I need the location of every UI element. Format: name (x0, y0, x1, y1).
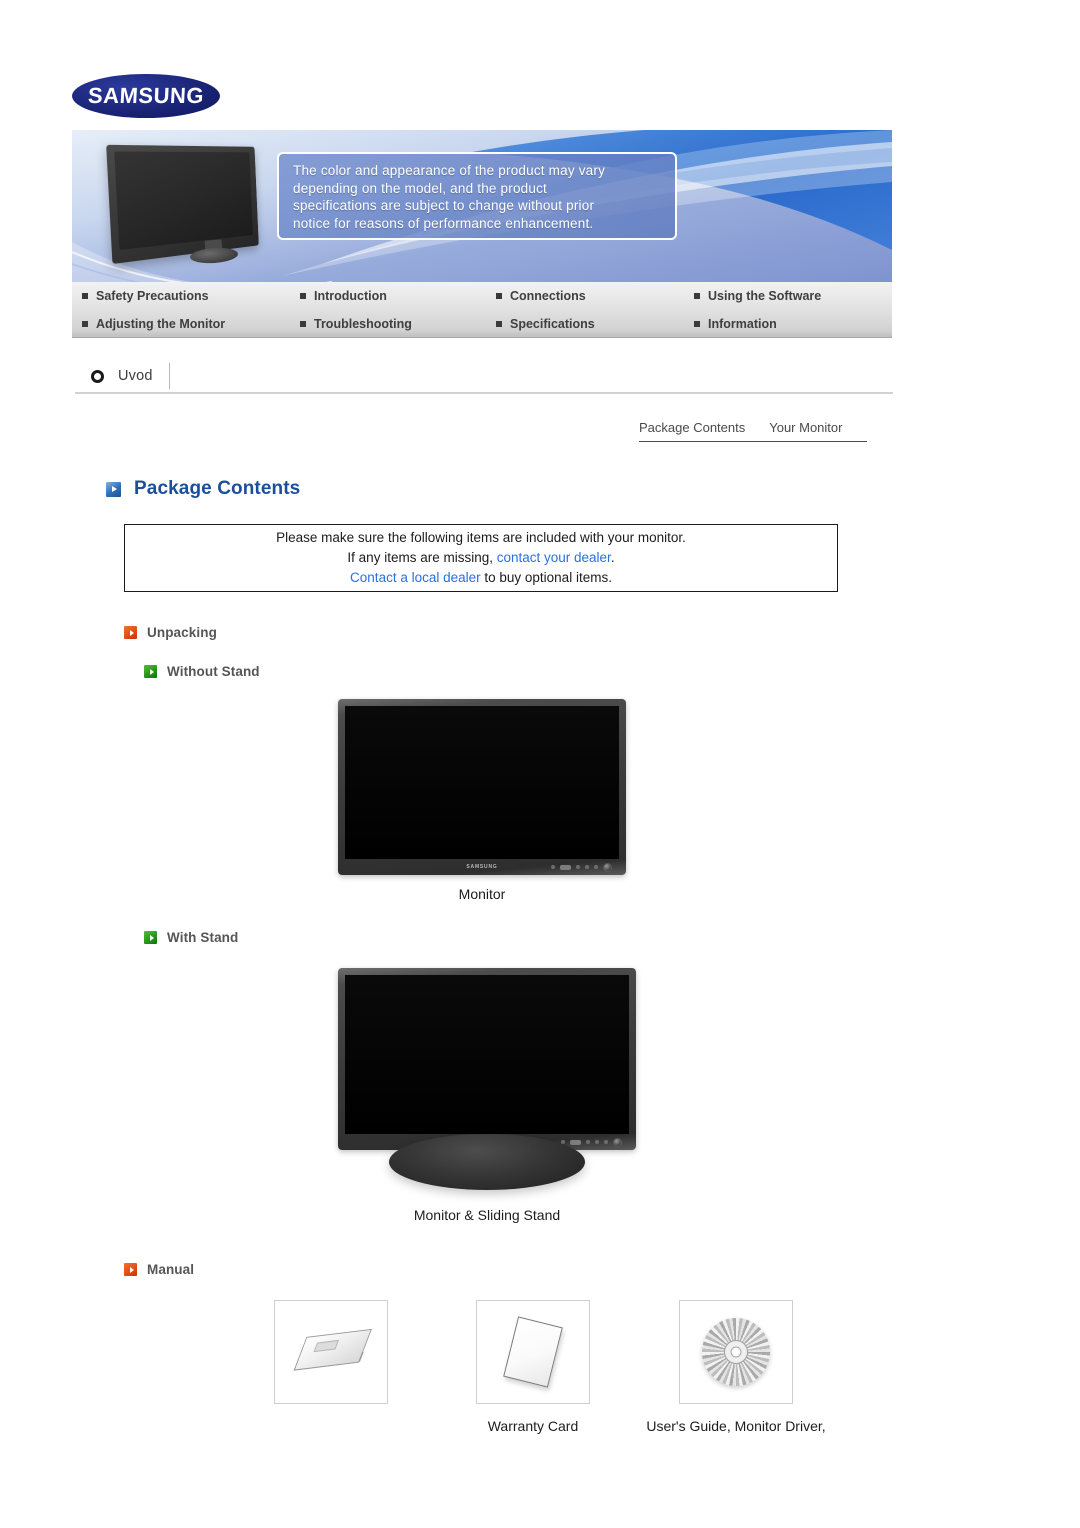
monitor-body: SAMSUNG (338, 968, 636, 1150)
nav-label: Safety Precautions (96, 289, 209, 303)
monitor-screen (345, 706, 619, 859)
notice-line-2-suffix: . (610, 550, 615, 565)
monitor-screen (345, 975, 629, 1134)
monitor-body: SAMSUNG (338, 699, 626, 875)
caption-cd: User's Guide, Monitor Driver, (646, 1418, 826, 1434)
power-button-icon (613, 1137, 622, 1147)
nav-item-specifications[interactable]: Specifications (496, 317, 694, 331)
tab-package-contents[interactable]: Package Contents (639, 420, 745, 435)
nav-label: Information (708, 317, 777, 331)
page-title-row: Package Contents (106, 478, 300, 500)
notice-line-1: Please make sure the following items are… (276, 530, 686, 545)
control-dot-icon (594, 865, 598, 869)
nav-label: Connections (510, 289, 586, 303)
bullet-square-icon (496, 321, 502, 327)
logo-text: SAMSUNG (87, 83, 205, 108)
section-label: Unpacking (147, 625, 217, 640)
green-arrow-icon (144, 931, 157, 944)
nav-item-safety-precautions[interactable]: Safety Precautions (82, 289, 300, 303)
notice-line-2-prefix: If any items are missing, (347, 550, 497, 565)
cd-disc-icon (702, 1318, 770, 1386)
breadcrumb-divider (168, 363, 170, 389)
control-dot-icon (576, 865, 580, 869)
figure-monitor-with-stand: SAMSUNG (338, 968, 636, 1198)
nav-item-troubleshooting[interactable]: Troubleshooting (300, 317, 496, 331)
section-heading-unpacking: Unpacking (124, 625, 217, 640)
banner-notice-callout: The color and appearance of the product … (277, 152, 677, 240)
thumb-warranty-card (476, 1300, 590, 1404)
nav-item-using-the-software[interactable]: Using the Software (694, 289, 902, 303)
manual-book-illustration (292, 1326, 372, 1379)
hero-banner: The color and appearance of the product … (72, 130, 892, 282)
nav-item-connections[interactable]: Connections (496, 289, 694, 303)
banner-notice-line-1: The color and appearance of the product … (293, 163, 606, 178)
control-dot-icon (604, 1140, 608, 1144)
power-button-icon (603, 862, 612, 872)
nav-label: Introduction (314, 289, 387, 303)
breadcrumb-label: Uvod (118, 368, 153, 384)
samsung-logo: SAMSUNG (72, 74, 220, 118)
control-pill-icon (570, 1139, 581, 1145)
contact-a-local-dealer-link[interactable]: Contact a local dealer (350, 570, 481, 585)
section-heading-without-stand: Without Stand (144, 664, 260, 679)
bullet-square-icon (496, 293, 502, 299)
circle-marker-icon (91, 369, 104, 383)
nav-label: Using the Software (708, 289, 822, 303)
notice-line-3-suffix: to buy optional items. (480, 570, 612, 585)
nav-label: Adjusting the Monitor (96, 317, 226, 331)
nav-item-introduction[interactable]: Introduction (300, 289, 496, 303)
orange-arrow-icon (124, 626, 137, 639)
bullet-square-icon (300, 321, 306, 327)
section-label: With Stand (167, 930, 239, 945)
breadcrumb: Uvod (75, 360, 893, 394)
contact-your-dealer-link[interactable]: contact your dealer (497, 550, 611, 565)
banner-monitor-illustration (102, 144, 292, 272)
monitor-brand-label: SAMSUNG (466, 864, 498, 870)
nav-item-adjusting-the-monitor[interactable]: Adjusting the Monitor (82, 317, 300, 331)
orange-arrow-icon (124, 1263, 137, 1276)
banner-notice-line-3: specifications are subject to change wit… (293, 198, 595, 213)
section-tabs: Package Contents Your Monitor (639, 420, 867, 442)
blue-arrow-icon (106, 481, 121, 497)
page-title: Package Contents (134, 478, 301, 499)
bullet-square-icon (694, 293, 700, 299)
monitor-control-buttons (551, 862, 612, 872)
bullet-square-icon (300, 293, 306, 299)
control-dot-icon (586, 1140, 590, 1144)
nav-item-information[interactable]: Information (694, 317, 902, 331)
control-dot-icon (585, 865, 589, 869)
monitor-stand-base (389, 1134, 585, 1190)
caption-warranty-card: Warranty Card (487, 1418, 579, 1434)
package-notice-box: Please make sure the following items are… (124, 524, 838, 592)
control-dot-icon (595, 1140, 599, 1144)
caption-monitor: Monitor (458, 886, 506, 902)
nav-label: Specifications (510, 317, 595, 331)
section-label: Without Stand (167, 664, 260, 679)
nav-label: Troubleshooting (314, 317, 412, 331)
banner-notice-line-4: notice for reasons of performance enhanc… (293, 215, 594, 231)
bullet-square-icon (694, 321, 700, 327)
green-arrow-icon (144, 665, 157, 678)
section-heading-with-stand: With Stand (144, 930, 238, 945)
main-navigation-bar: Safety Precautions Introduction Connecti… (72, 282, 892, 338)
figure-monitor: SAMSUNG (338, 699, 626, 875)
section-heading-manual: Manual (124, 1262, 194, 1277)
thumb-cd (679, 1300, 793, 1404)
control-pill-icon (560, 864, 571, 870)
notice-line-2: If any items are missing, contact your d… (347, 548, 614, 568)
thumb-manual-book (274, 1300, 388, 1404)
page-root: SAMSUNG The color and appearance of the … (0, 0, 1080, 1528)
notice-line-3: Contact a local dealer to buy optional i… (350, 568, 612, 588)
banner-notice-line-2: depending on the model, and the product (293, 180, 547, 196)
monitor-chin: SAMSUNG (338, 859, 626, 875)
section-label: Manual (147, 1262, 195, 1277)
banner-monitor-screen (106, 144, 259, 265)
tab-your-monitor[interactable]: Your Monitor (769, 420, 842, 435)
caption-monitor-with-stand: Monitor & Sliding Stand (413, 1207, 561, 1223)
bullet-square-icon (82, 293, 88, 299)
bullet-square-icon (82, 321, 88, 327)
warranty-card-illustration (503, 1316, 563, 1388)
monitor-control-buttons (561, 1137, 622, 1147)
control-dot-icon (551, 865, 555, 869)
